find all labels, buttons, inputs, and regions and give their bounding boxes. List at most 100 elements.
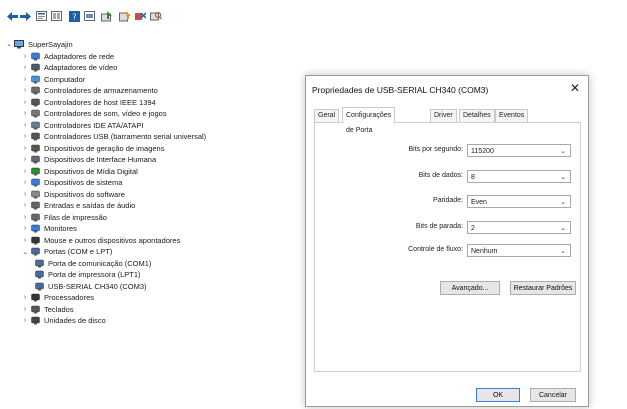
uninstall-device-icon[interactable] — [134, 10, 146, 22]
tree-item-label: Controladores de som, vídeo e jogos — [44, 109, 167, 118]
tree-item-label: Dispositivos de sistema — [44, 178, 123, 187]
tree-item-label: Controladores de host IEEE 1394 — [44, 97, 156, 107]
chevron-right-icon[interactable]: › — [20, 87, 30, 94]
tree-category[interactable]: › Controladores IDE ATA/ATAPI — [20, 119, 144, 131]
chevron-right-icon[interactable]: › — [20, 202, 30, 209]
data-bits-select[interactable]: 8 ⌄ — [467, 170, 571, 183]
tab-general[interactable]: Geral — [314, 109, 340, 122]
tree-root[interactable]: ⌄ SuperSayajin — [4, 38, 73, 50]
tree-item-label: Monitores — [44, 224, 77, 233]
parity-select[interactable]: Even ⌄ — [467, 195, 571, 208]
chevron-right-icon[interactable]: › — [20, 122, 30, 129]
tree-category[interactable]: ⌄ Portas (COM e LPT) — [20, 246, 112, 258]
tree-category[interactable]: › Controladores de host IEEE 1394 — [20, 96, 156, 108]
tab-events[interactable]: Eventos — [495, 109, 529, 122]
tab-driver[interactable]: Driver — [430, 109, 457, 122]
flow-control-select[interactable]: Nenhum ⌄ — [467, 244, 571, 257]
chevron-right-icon[interactable]: › — [20, 76, 30, 83]
view-icon[interactable] — [50, 10, 62, 22]
chevron-right-icon[interactable]: › — [20, 156, 30, 163]
chevron-right-icon[interactable]: › — [20, 306, 30, 313]
tree-category[interactable]: › Dispositivos de geração de imagens — [20, 142, 165, 154]
tree-category[interactable]: › Computador — [20, 73, 85, 85]
close-icon[interactable]: ✕ — [570, 81, 580, 95]
chevron-right-icon[interactable]: › — [20, 133, 30, 140]
keyboard-icon — [30, 304, 40, 314]
chevron-right-icon[interactable]: › — [20, 317, 30, 324]
tree-category[interactable]: › Teclados — [20, 303, 74, 315]
disable-device-icon[interactable] — [119, 10, 131, 22]
monitor-icon — [30, 224, 40, 234]
bits-per-second-label: Bits por segundo: — [408, 146, 463, 153]
chevron-down-icon[interactable]: ⌄ — [4, 40, 14, 48]
ok-button[interactable]: OK — [476, 388, 520, 402]
chevron-right-icon[interactable]: › — [20, 225, 30, 232]
tree-item-label: Portas (COM e LPT) — [44, 247, 113, 256]
chevron-right-icon[interactable]: › — [20, 191, 30, 198]
properties-dialog: Propriedades de USB-SERIAL CH340 (COM3) … — [305, 75, 589, 407]
flow-control-value: Nenhum — [471, 248, 498, 255]
tree-child-item[interactable]: Porta de comunicação (COM1) — [34, 257, 151, 269]
chevron-right-icon[interactable]: › — [20, 237, 30, 244]
tree-category[interactable]: › Controladores de armazenamento — [20, 85, 158, 97]
tree-category[interactable]: › Entradas e saídas de áudio — [20, 200, 136, 212]
tree-category[interactable]: › Unidades de disco — [20, 315, 106, 327]
tree-item-label: Dispositivos de Mídia Digital — [44, 166, 138, 176]
chevron-right-icon[interactable]: › — [20, 168, 30, 175]
tree-item-label: Dispositivos do software — [44, 189, 125, 199]
properties-icon[interactable] — [35, 10, 47, 22]
tree-item-label: USB-SERIAL CH340 (COM3) — [48, 281, 147, 291]
chevron-right-icon[interactable]: › — [20, 53, 30, 60]
stop-bits-value: 2 — [471, 225, 475, 232]
tree-item-label: Porta de comunicação (COM1) — [48, 258, 152, 268]
chevron-right-icon[interactable]: › — [20, 145, 30, 152]
tree-item-label: Filas de impressão — [44, 212, 107, 222]
network-adapter-icon — [30, 51, 40, 61]
usb-icon — [30, 132, 40, 142]
tree-child-item[interactable]: Porta de impressora (LPT1) — [34, 269, 141, 281]
update-driver-icon[interactable] — [101, 10, 113, 22]
port-icon — [34, 281, 44, 291]
stop-bits-select[interactable]: 2 ⌄ — [467, 221, 571, 234]
restore-defaults-button[interactable]: Restaurar Padrões — [510, 281, 576, 295]
chevron-down-icon[interactable]: ⌄ — [20, 248, 30, 256]
tree-item-label: Dispositivos de geração de imagens — [44, 143, 165, 153]
tree-category[interactable]: › Dispositivos do software — [20, 188, 125, 200]
ide-controller-icon — [30, 120, 40, 130]
chevron-right-icon[interactable]: › — [20, 110, 30, 117]
tree-category[interactable]: › Controladores de som, vídeo e jogos — [20, 108, 167, 120]
tree-category[interactable]: › Dispositivos de sistema — [20, 177, 123, 189]
parity-value: Even — [471, 199, 487, 206]
tree-category[interactable]: › Monitores — [20, 223, 77, 235]
tree-category[interactable]: › Controladores USB (barramento serial un… — [20, 131, 206, 143]
tree-category[interactable]: › Processadores — [20, 292, 94, 304]
chevron-right-icon[interactable]: › — [20, 294, 30, 301]
tab-details[interactable]: Detalhes — [459, 109, 495, 122]
tree-item-label: Entradas e saídas de áudio — [44, 201, 136, 210]
tab-port-settings[interactable]: Configurações de Porta — [342, 107, 396, 134]
chevron-right-icon[interactable]: › — [20, 179, 30, 186]
tree-child-item[interactable]: USB-SERIAL CH340 (COM3) — [34, 280, 147, 292]
help-icon[interactable]: ? — [68, 10, 80, 22]
forward-icon[interactable] — [19, 10, 31, 22]
chevron-right-icon[interactable]: › — [20, 64, 30, 71]
tree-category[interactable]: › Adaptadores de vídeo — [20, 62, 118, 74]
tree-category[interactable]: › Dispositivos de Interface Humana — [20, 154, 156, 166]
scan-hardware-icon[interactable] — [150, 10, 162, 22]
advanced-button[interactable]: Avançado... — [440, 281, 500, 295]
chevron-right-icon[interactable]: › — [20, 99, 30, 106]
tree-category[interactable]: › Dispositivos de Mídia Digital — [20, 165, 138, 177]
bits-per-second-select[interactable]: 115200 ⌄ — [467, 144, 571, 157]
flow-control-label: Controle de fluxo: — [408, 246, 463, 253]
back-icon[interactable] — [6, 10, 18, 22]
camera-icon — [30, 143, 40, 153]
audio-icon — [30, 201, 40, 211]
tree-category[interactable]: › Mouse e outros dispositivos apontadores — [20, 234, 181, 246]
cancel-button[interactable]: Cancelar — [530, 388, 576, 402]
chevron-right-icon[interactable]: › — [20, 214, 30, 221]
computer-icon — [30, 74, 40, 84]
port-icon — [30, 247, 40, 257]
show-hidden-icon[interactable] — [83, 10, 95, 22]
tree-category[interactable]: › Adaptadores de rede — [20, 50, 114, 62]
tree-category[interactable]: › Filas de impressão — [20, 211, 107, 223]
